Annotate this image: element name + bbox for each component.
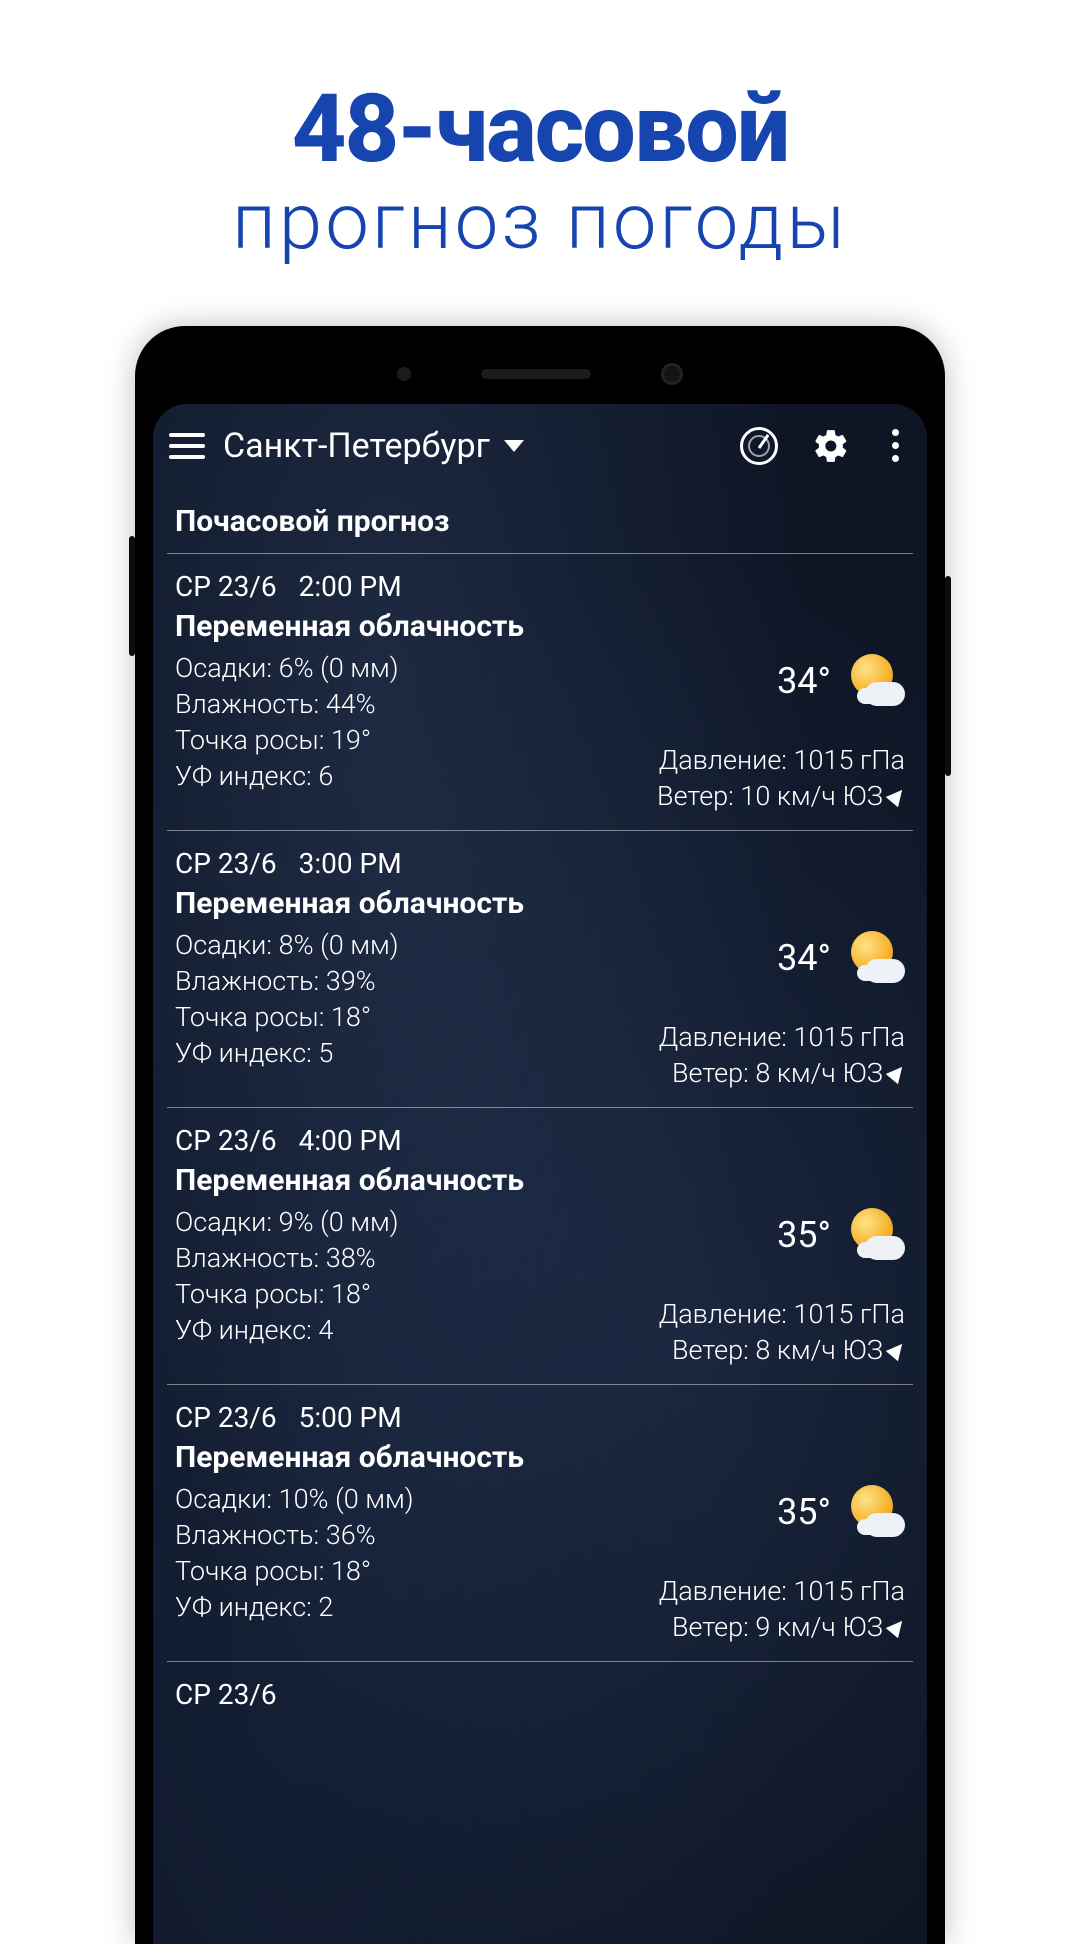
hour-wind: Ветер: 9 км/ч ЮЗ <box>672 1611 905 1643</box>
phone-side-button-right <box>945 576 951 776</box>
hour-card[interactable]: СР 23/6 5:00 PM Переменная облачность Ос… <box>153 1385 927 1661</box>
hour-datetime: СР 23/6 5:00 PM <box>175 1401 905 1434</box>
hour-temp: 35° <box>777 1214 831 1256</box>
hour-condition: Переменная облачность <box>175 1163 905 1198</box>
hour-humidity: Влажность: 39% <box>175 965 639 997</box>
hour-uv: УФ индекс: 5 <box>175 1037 639 1069</box>
app-screen: Санкт-Петербург Почасовой прогноз СР 23/… <box>153 404 927 1944</box>
chevron-down-icon <box>504 440 524 452</box>
wind-arrow-icon <box>886 1338 909 1361</box>
partly-cloudy-icon <box>847 652 905 710</box>
promo-title: 48-часовой <box>20 80 1060 180</box>
location-label: Санкт-Петербург <box>223 426 490 466</box>
hour-temp-block: 35° <box>777 1483 905 1541</box>
hour-temp-block: 34° <box>777 929 905 987</box>
hour-wind: Ветер: 8 км/ч ЮЗ <box>672 1334 905 1366</box>
hour-dewpoint: Точка росы: 18° <box>175 1555 639 1587</box>
hour-temp-block: 34° <box>777 652 905 710</box>
hour-card[interactable]: СР 23/6 3:00 PM Переменная облачность Ос… <box>153 831 927 1107</box>
hour-precip: Осадки: 6% (0 мм) <box>175 652 637 684</box>
hour-card[interactable]: СР 23/6 4:00 PM Переменная облачность Ос… <box>153 1108 927 1384</box>
more-icon[interactable] <box>884 427 907 464</box>
hour-day: СР 23/6 <box>175 570 277 603</box>
hour-precip: Осадки: 9% (0 мм) <box>175 1206 639 1238</box>
hour-day: СР 23/6 <box>175 1401 277 1434</box>
phone-frame: Санкт-Петербург Почасовой прогноз СР 23/… <box>135 326 945 1944</box>
hour-pressure: Давление: 1015 гПа <box>659 1298 905 1330</box>
hour-dewpoint: Точка росы: 19° <box>175 724 637 756</box>
hour-precip: Осадки: 10% (0 мм) <box>175 1483 639 1515</box>
hour-time: 4:00 PM <box>299 1124 402 1157</box>
hour-day: СР 23/6 <box>175 1678 277 1711</box>
location-selector[interactable]: Санкт-Петербург <box>223 426 722 466</box>
hour-card[interactable]: СР 23/6 <box>153 1662 927 1735</box>
hour-datetime: СР 23/6 4:00 PM <box>175 1124 905 1157</box>
hour-dewpoint: Точка росы: 18° <box>175 1001 639 1033</box>
hour-precip: Осадки: 8% (0 мм) <box>175 929 639 961</box>
hour-day: СР 23/6 <box>175 847 277 880</box>
hour-temp-block: 35° <box>777 1206 905 1264</box>
hour-humidity: Влажность: 44% <box>175 688 637 720</box>
radar-icon[interactable] <box>740 427 778 465</box>
hour-wind: Ветер: 8 км/ч ЮЗ <box>672 1057 905 1089</box>
wind-arrow-icon <box>886 1061 909 1084</box>
hour-humidity: Влажность: 36% <box>175 1519 639 1551</box>
hour-time: 5:00 PM <box>299 1401 402 1434</box>
hour-day: СР 23/6 <box>175 1124 277 1157</box>
hour-dewpoint: Точка росы: 18° <box>175 1278 639 1310</box>
hour-pressure: Давление: 1015 гПа <box>659 1575 905 1607</box>
hour-temp: 34° <box>777 937 831 979</box>
hour-datetime: СР 23/6 2:00 PM <box>175 570 905 603</box>
wind-arrow-icon <box>886 784 909 807</box>
app-bar-actions <box>740 427 907 465</box>
wind-arrow-icon <box>886 1615 909 1638</box>
hour-humidity: Влажность: 38% <box>175 1242 639 1274</box>
hour-condition: Переменная облачность <box>175 1440 905 1475</box>
settings-icon[interactable] <box>812 427 850 465</box>
partly-cloudy-icon <box>847 1206 905 1264</box>
hour-condition: Переменная облачность <box>175 886 905 921</box>
hour-uv: УФ индекс: 6 <box>175 760 637 792</box>
hour-uv: УФ индекс: 2 <box>175 1591 639 1623</box>
promo-subtitle: прогноз погоды <box>20 180 1060 266</box>
hour-condition: Переменная облачность <box>175 609 905 644</box>
hour-pressure: Давление: 1015 гПа <box>659 744 905 776</box>
hour-datetime: СР 23/6 <box>175 1678 905 1711</box>
promo-header: 48-часовой прогноз погоды <box>0 0 1080 306</box>
app-bar: Санкт-Петербург <box>153 404 927 484</box>
phone-top-bar <box>153 344 927 404</box>
hour-wind: Ветер: 10 км/ч ЮЗ <box>657 780 905 812</box>
phone-sensor <box>397 367 411 381</box>
phone-side-button-left <box>129 536 135 656</box>
partly-cloudy-icon <box>847 1483 905 1541</box>
phone-camera <box>661 363 683 385</box>
hour-temp: 35° <box>777 1491 831 1533</box>
section-title: Почасовой прогноз <box>153 484 927 553</box>
hour-time: 3:00 PM <box>299 847 402 880</box>
hour-temp: 34° <box>777 660 831 702</box>
hour-card[interactable]: СР 23/6 2:00 PM Переменная облачность Ос… <box>153 554 927 830</box>
partly-cloudy-icon <box>847 929 905 987</box>
hour-datetime: СР 23/6 3:00 PM <box>175 847 905 880</box>
hour-time: 2:00 PM <box>299 570 402 603</box>
hour-uv: УФ индекс: 4 <box>175 1314 639 1346</box>
menu-icon[interactable] <box>169 429 205 463</box>
hour-pressure: Давление: 1015 гПа <box>659 1021 905 1053</box>
phone-speaker <box>481 369 591 379</box>
